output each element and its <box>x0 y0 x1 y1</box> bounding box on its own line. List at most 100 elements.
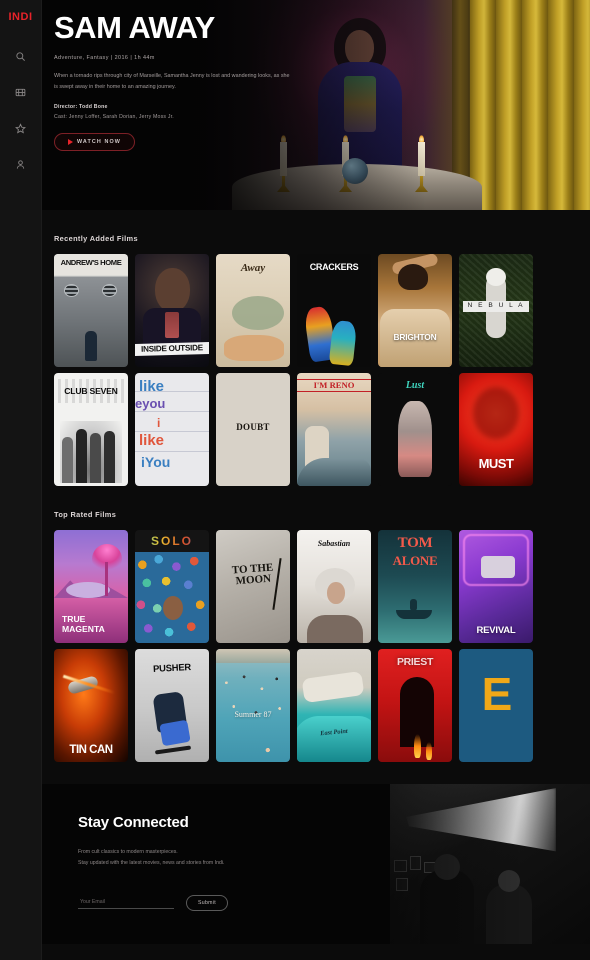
art-detail <box>481 556 515 578</box>
film-title-line: like <box>139 432 165 449</box>
film-card-doubt[interactable]: DOUBT <box>216 373 290 486</box>
star-icon <box>15 122 26 134</box>
film-title-line: ALONE <box>392 553 438 568</box>
hero-director: Director: Todd Bone <box>54 104 108 111</box>
film-title-line: i <box>157 416 161 430</box>
film-card-nebula[interactable]: N E B U L A <box>459 254 533 367</box>
film-card-sabastian[interactable]: Sabastian <box>297 530 371 643</box>
hero-title: SAM AWAY <box>54 10 215 45</box>
film-title: I'M RENO <box>297 379 371 392</box>
art-detail <box>297 716 371 762</box>
email-field[interactable] <box>78 896 174 910</box>
film-card-im-reno[interactable]: I'M RENO <box>297 373 371 486</box>
app-logo[interactable]: INDI <box>9 11 33 23</box>
film-card-e[interactable]: E <box>459 649 533 762</box>
art-detail <box>297 458 371 486</box>
newsletter-line-2: Stay updated with the latest movies, new… <box>78 859 225 866</box>
film-title: REVIVAL <box>476 624 516 636</box>
film-card-brighton[interactable]: BRIGHTON <box>378 254 452 367</box>
sidebar-item-films[interactable] <box>6 77 36 107</box>
film-card-andrews-home[interactable]: ANDREW'S HOME <box>54 254 128 367</box>
play-icon <box>68 139 73 146</box>
film-card-to-the-moon[interactable]: TO THE MOON <box>216 530 290 643</box>
films-content: Recently Added Films ANDREW'S HOME INSID… <box>42 210 590 762</box>
art-detail <box>92 544 122 596</box>
submit-button[interactable]: Submit <box>186 894 228 911</box>
figure-detail <box>307 615 363 643</box>
hero-cast: Cast: Jenny Loffer, Sarah Dorian, Jerry … <box>54 114 174 121</box>
art-detail <box>328 319 358 367</box>
hero-meta: Adventure, Fantasy | 2016 | 1h 44m <box>54 55 155 61</box>
newsletter-footer: Stay Connected From cult classics to mod… <box>42 784 590 944</box>
film-title: Sabastian <box>317 539 351 548</box>
film-card-summer-87[interactable]: Summer 87 <box>216 649 290 762</box>
film-title: CLUB SEVEN <box>64 386 118 396</box>
sidebar-item-favorites[interactable] <box>6 113 36 143</box>
watch-now-button[interactable]: WATCH NOW <box>54 133 135 152</box>
film-title: PUSHER <box>152 661 192 674</box>
film-card-tom-alone[interactable]: TOM ALONE <box>378 530 452 643</box>
figure-detail <box>60 421 122 483</box>
user-icon <box>15 159 26 170</box>
film-card-revival[interactable]: REVIVAL <box>459 530 533 643</box>
figure-detail <box>163 596 183 620</box>
film-card-priest[interactable]: PRIEST <box>378 649 452 762</box>
film-card-away[interactable]: Away <box>216 254 290 367</box>
film-title: Away <box>240 262 266 274</box>
sidebar-item-search[interactable] <box>6 41 36 71</box>
film-title: DOUBT <box>236 422 270 432</box>
figure-detail <box>327 582 345 604</box>
section-title-top-rated: Top Rated Films <box>54 510 117 519</box>
film-title: Summer 87 <box>234 710 272 719</box>
film-title: BRIGHTON <box>393 331 437 342</box>
newsletter-title: Stay Connected <box>78 814 189 831</box>
film-card-east-point[interactable]: East Point <box>297 649 371 762</box>
film-title: like <box>139 378 165 395</box>
film-card-club-seven[interactable]: CLUB SEVEN <box>54 373 128 486</box>
art-detail <box>426 742 432 760</box>
art-detail <box>224 335 284 361</box>
recently-added-grid: ANDREW'S HOME INSIDE OUTSIDE Away CRACKE… <box>54 254 578 486</box>
film-card-crackers[interactable]: CRACKERS <box>297 254 371 367</box>
section-title-recently-added: Recently Added Films <box>54 234 138 243</box>
newsletter-form: Submit <box>78 894 590 911</box>
film-card-inside-outside[interactable]: INSIDE OUTSIDE <box>135 254 209 367</box>
hero-description: When a tornado rips through city of Mars… <box>54 73 290 91</box>
film-card-must[interactable]: MUST <box>459 373 533 486</box>
film-title: MUST <box>478 456 514 471</box>
figure-detail <box>85 331 97 361</box>
search-icon <box>15 51 26 62</box>
window-detail <box>64 284 79 297</box>
art-detail <box>154 745 192 755</box>
film-title: ANDREW'S HOME <box>60 258 122 267</box>
window-detail <box>102 284 117 297</box>
film-title: INSIDE OUTSIDE <box>135 341 209 357</box>
film-card-pusher[interactable]: PUSHER <box>135 649 209 762</box>
figure-detail <box>473 387 519 439</box>
film-title: Lust <box>405 380 425 391</box>
newsletter-block: Stay Connected From cult classics to mod… <box>42 784 590 911</box>
film-card-true-magenta[interactable]: TRUE MAGENTA <box>54 530 128 643</box>
film-card-solo[interactable]: SOLO <box>135 530 209 643</box>
hero-banner: SAM AWAY Adventure, Fantasy | 2016 | 1h … <box>42 0 590 210</box>
film-title: TRUE MAGENTA <box>62 613 105 635</box>
film-title-line: iYou <box>141 454 171 470</box>
art-detail <box>301 670 365 704</box>
art-detail <box>66 582 110 598</box>
art-detail <box>414 734 421 758</box>
film-card-tin-can[interactable]: TIN CAN <box>54 649 128 762</box>
film-card-lust[interactable]: Lust <box>378 373 452 486</box>
figure-detail <box>165 312 179 338</box>
film-card-i-like-you[interactable]: like eyou i like iYou <box>135 373 209 486</box>
film-title: E <box>481 668 513 720</box>
film-title: SOLO <box>135 535 209 547</box>
film-title: TO THE MOON <box>231 561 274 588</box>
newsletter-line-1: From cult classics to modern masterpiece… <box>78 849 178 855</box>
sidebar-item-account[interactable] <box>6 149 36 179</box>
figure-detail <box>398 264 428 290</box>
figure-detail <box>486 268 506 286</box>
film-title-line: eyou <box>135 396 166 411</box>
art-detail <box>396 599 432 619</box>
film-title: N E B U L A <box>463 301 529 312</box>
figure-detail <box>159 719 191 747</box>
